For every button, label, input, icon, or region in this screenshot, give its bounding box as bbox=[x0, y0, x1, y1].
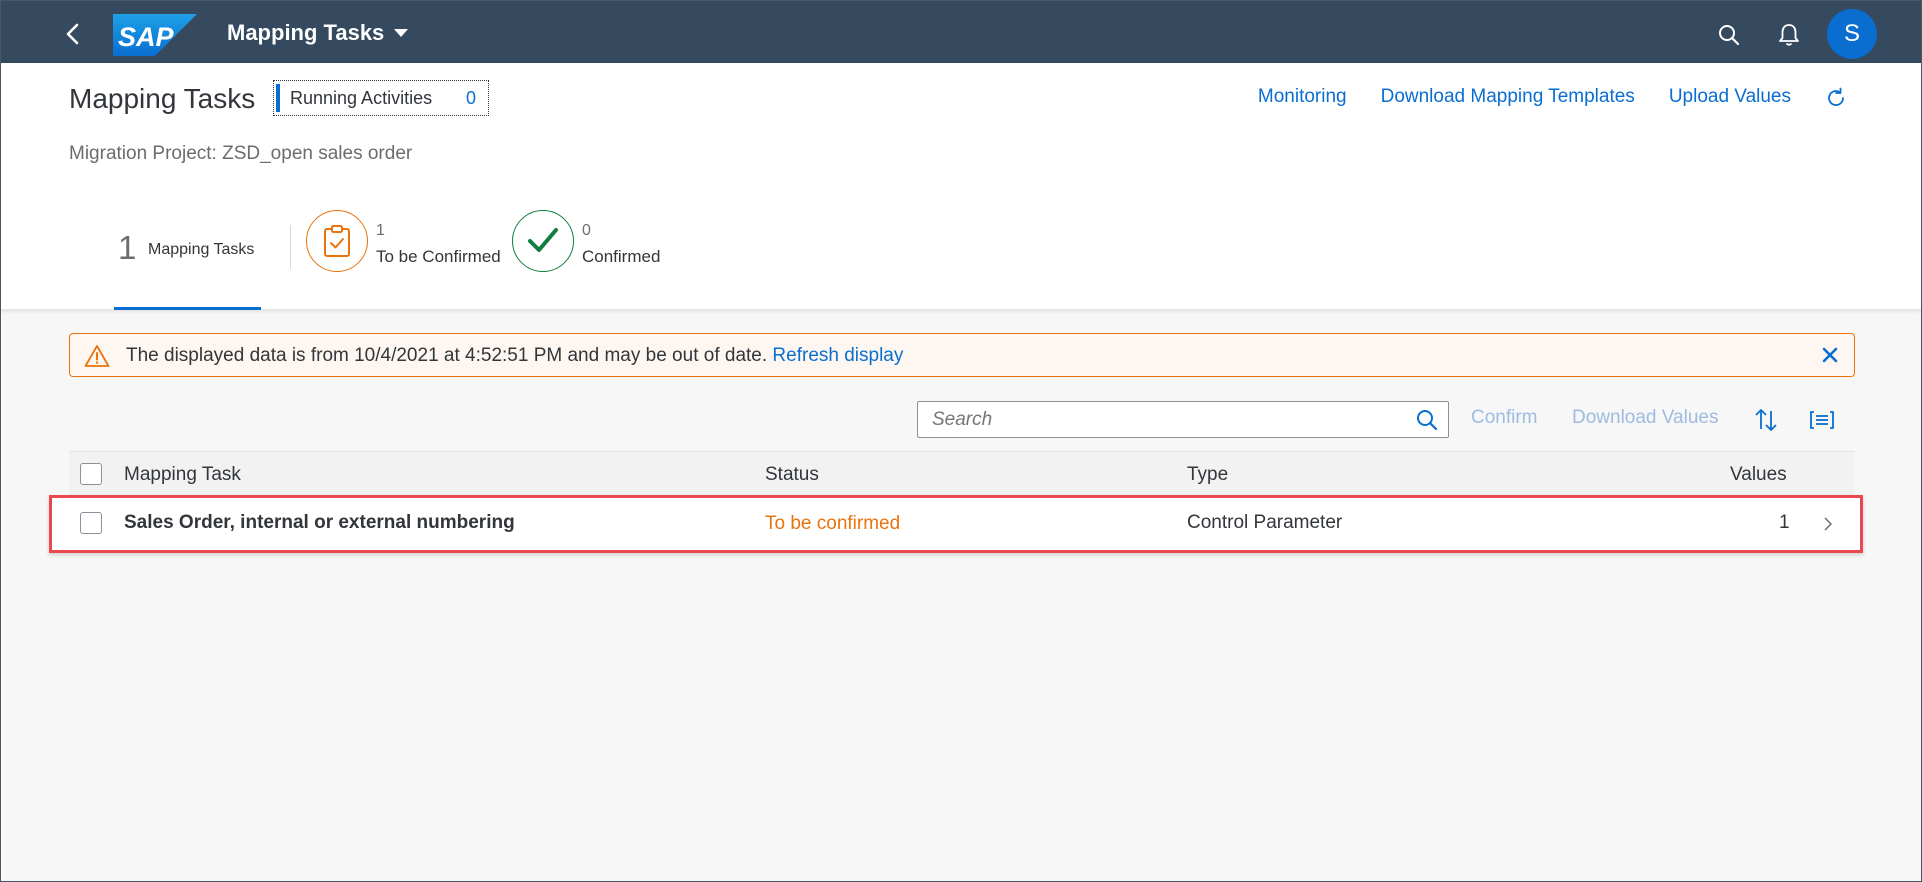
header-actions: Monitoring Download Mapping Templates Up… bbox=[1258, 86, 1791, 108]
row-checkbox[interactable] bbox=[80, 512, 102, 534]
sort-icon bbox=[1755, 409, 1777, 431]
app-title-menu[interactable]: Mapping Tasks bbox=[227, 19, 409, 47]
app-title: Mapping Tasks bbox=[227, 20, 385, 45]
notifications-button[interactable] bbox=[1769, 15, 1809, 55]
row-type: Control Parameter bbox=[1187, 512, 1343, 533]
search-icon bbox=[1417, 410, 1438, 431]
search-field bbox=[917, 401, 1449, 438]
column-header-type[interactable]: Type bbox=[1187, 464, 1228, 486]
tab-to-be-confirmed-label: To be Confirmed bbox=[376, 247, 501, 266]
close-message-button[interactable] bbox=[1818, 343, 1842, 367]
row-mapping-task: Sales Order, internal or external number… bbox=[124, 512, 515, 533]
sap-logo[interactable]: SAP bbox=[113, 14, 197, 56]
running-activities-count: 0 bbox=[465, 87, 476, 108]
refresh-icon bbox=[1828, 87, 1844, 106]
bell-icon bbox=[1779, 24, 1799, 46]
search-button[interactable] bbox=[1709, 15, 1749, 55]
tab-separator bbox=[290, 225, 291, 269]
refresh-button[interactable] bbox=[1821, 83, 1851, 113]
close-icon bbox=[1822, 347, 1838, 363]
tab-to-be-confirmed-count: 1 bbox=[376, 222, 385, 239]
column-header-values[interactable]: Values bbox=[1730, 464, 1787, 486]
tab-confirmed[interactable]: 0 Confirmed bbox=[512, 210, 672, 274]
back-button[interactable] bbox=[53, 14, 93, 54]
sap-logo-text: SAP bbox=[118, 22, 175, 52]
select-all-checkbox[interactable] bbox=[80, 463, 102, 485]
running-activities-button[interactable]: Running Activities 0 bbox=[273, 80, 489, 116]
running-activities-label: Running Activities bbox=[290, 87, 433, 108]
chevron-left-icon bbox=[66, 23, 79, 45]
user-avatar[interactable]: S bbox=[1827, 9, 1877, 59]
chevron-right-icon[interactable] bbox=[1823, 517, 1833, 531]
group-settings-icon bbox=[1810, 411, 1834, 429]
warning-message-strip: The displayed data is from 10/4/2021 at … bbox=[69, 333, 1855, 377]
download-values-button[interactable]: Download Values bbox=[1572, 407, 1718, 429]
page-title: Mapping Tasks bbox=[69, 83, 256, 114]
warning-icon bbox=[84, 345, 110, 367]
warning-message: The displayed data is from 10/4/2021 at … bbox=[126, 345, 903, 367]
tab-confirmed-count: 0 bbox=[582, 222, 591, 239]
tab-mapping-tasks-count: 1 bbox=[118, 229, 137, 266]
search-submit-button[interactable] bbox=[1414, 407, 1440, 433]
search-input[interactable] bbox=[918, 402, 1398, 437]
column-header-mapping-task[interactable]: Mapping Task bbox=[124, 464, 241, 486]
refresh-display-link[interactable]: Refresh display bbox=[772, 345, 903, 366]
row-values: 1 bbox=[1779, 512, 1790, 533]
monitoring-link[interactable]: Monitoring bbox=[1258, 86, 1347, 108]
checkmark-icon bbox=[512, 210, 574, 272]
tab-mapping-tasks[interactable]: 1 Mapping Tasks bbox=[114, 223, 262, 310]
sort-button[interactable] bbox=[1749, 403, 1783, 437]
row-status: To be confirmed bbox=[765, 513, 901, 534]
download-mapping-templates-link[interactable]: Download Mapping Templates bbox=[1381, 86, 1635, 108]
table-settings-button[interactable] bbox=[1805, 403, 1839, 437]
warning-message-text: The displayed data is from 10/4/2021 at … bbox=[126, 345, 768, 366]
page-header: Mapping Tasks Running Activities 0 Monit… bbox=[1, 63, 1921, 310]
migration-project-label: Migration Project: ZSD_open sales order bbox=[69, 143, 413, 164]
tab-confirmed-label: Confirmed bbox=[582, 247, 661, 266]
tab-mapping-tasks-label: Mapping Tasks bbox=[148, 241, 255, 258]
confirm-button[interactable]: Confirm bbox=[1471, 407, 1538, 429]
table-header: Mapping Task Status Type Values bbox=[69, 451, 1855, 497]
search-icon bbox=[1719, 25, 1740, 46]
tab-to-be-confirmed[interactable]: 1 To be Confirmed bbox=[306, 210, 506, 274]
column-header-status[interactable]: Status bbox=[765, 464, 819, 486]
shell-bar: SAP Mapping Tasks S bbox=[1, 1, 1921, 63]
upload-values-link[interactable]: Upload Values bbox=[1669, 86, 1791, 108]
caret-down-icon bbox=[394, 29, 409, 37]
tab-selected-indicator bbox=[114, 307, 261, 310]
table-row[interactable]: Sales Order, internal or external number… bbox=[51, 497, 1861, 551]
clipboard-check-icon bbox=[306, 210, 368, 272]
